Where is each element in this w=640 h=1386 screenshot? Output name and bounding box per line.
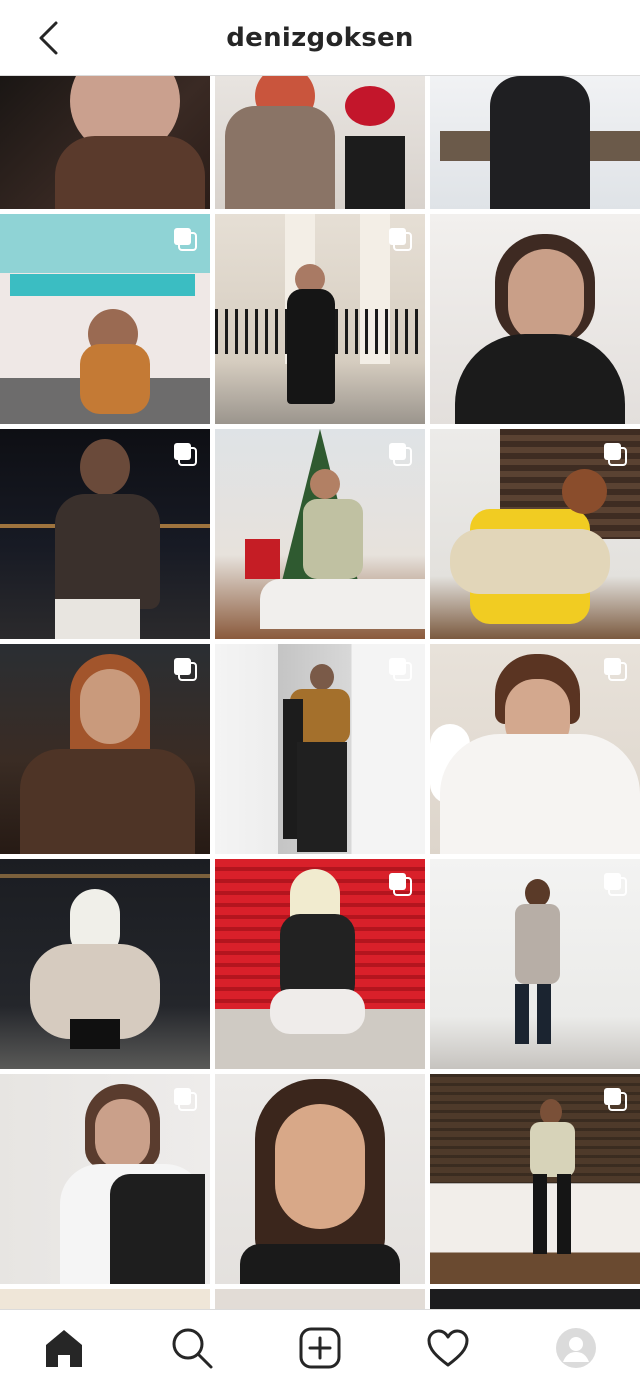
post-thumbnail[interactable] — [0, 644, 210, 854]
carousel-icon — [172, 226, 198, 252]
carousel-icon — [602, 871, 628, 897]
post-thumbnail[interactable] — [215, 1289, 425, 1309]
heart-icon — [427, 1329, 469, 1367]
carousel-icon — [387, 871, 413, 897]
posts-grid — [0, 76, 640, 1309]
post-thumbnail[interactable] — [430, 214, 640, 424]
search-tab[interactable] — [160, 1316, 224, 1380]
post-thumbnail[interactable] — [0, 429, 210, 639]
post-thumbnail[interactable] — [430, 429, 640, 639]
profile-header: denizgoksen — [0, 0, 640, 76]
carousel-icon — [172, 656, 198, 682]
post-thumbnail[interactable] — [215, 859, 425, 1069]
post-thumbnail[interactable] — [215, 76, 425, 209]
search-icon — [172, 1328, 213, 1369]
post-thumbnail[interactable] — [430, 644, 640, 854]
carousel-icon — [602, 656, 628, 682]
carousel-icon — [602, 1086, 628, 1112]
activity-tab[interactable] — [416, 1316, 480, 1380]
profile-tab[interactable] — [544, 1316, 608, 1380]
bottom-navigation-bar — [0, 1309, 640, 1386]
carousel-icon — [387, 226, 413, 252]
carousel-icon — [602, 441, 628, 467]
home-tab[interactable] — [32, 1316, 96, 1380]
profile-avatar-icon — [556, 1328, 596, 1368]
home-icon — [46, 1330, 82, 1367]
post-thumbnail[interactable] — [215, 214, 425, 424]
new-post-tab[interactable] — [288, 1316, 352, 1380]
post-thumbnail[interactable] — [0, 859, 210, 1069]
carousel-icon — [172, 441, 198, 467]
post-thumbnail[interactable] — [430, 1289, 640, 1309]
post-thumbnail[interactable] — [0, 1289, 210, 1309]
back-button[interactable] — [28, 18, 68, 58]
post-thumbnail[interactable] — [215, 429, 425, 639]
carousel-icon — [387, 656, 413, 682]
post-thumbnail[interactable] — [430, 859, 640, 1069]
post-thumbnail[interactable] — [430, 76, 640, 209]
new-post-icon — [299, 1327, 341, 1369]
profile-username: denizgoksen — [226, 22, 414, 53]
post-thumbnail[interactable] — [0, 214, 210, 424]
post-thumbnail[interactable] — [0, 76, 210, 209]
carousel-icon — [387, 441, 413, 467]
chevron-left-icon — [39, 21, 58, 55]
post-thumbnail[interactable] — [0, 1074, 210, 1284]
post-thumbnail[interactable] — [215, 1074, 425, 1284]
post-thumbnail[interactable] — [215, 644, 425, 854]
carousel-icon — [172, 1086, 198, 1112]
post-thumbnail[interactable] — [430, 1074, 640, 1284]
